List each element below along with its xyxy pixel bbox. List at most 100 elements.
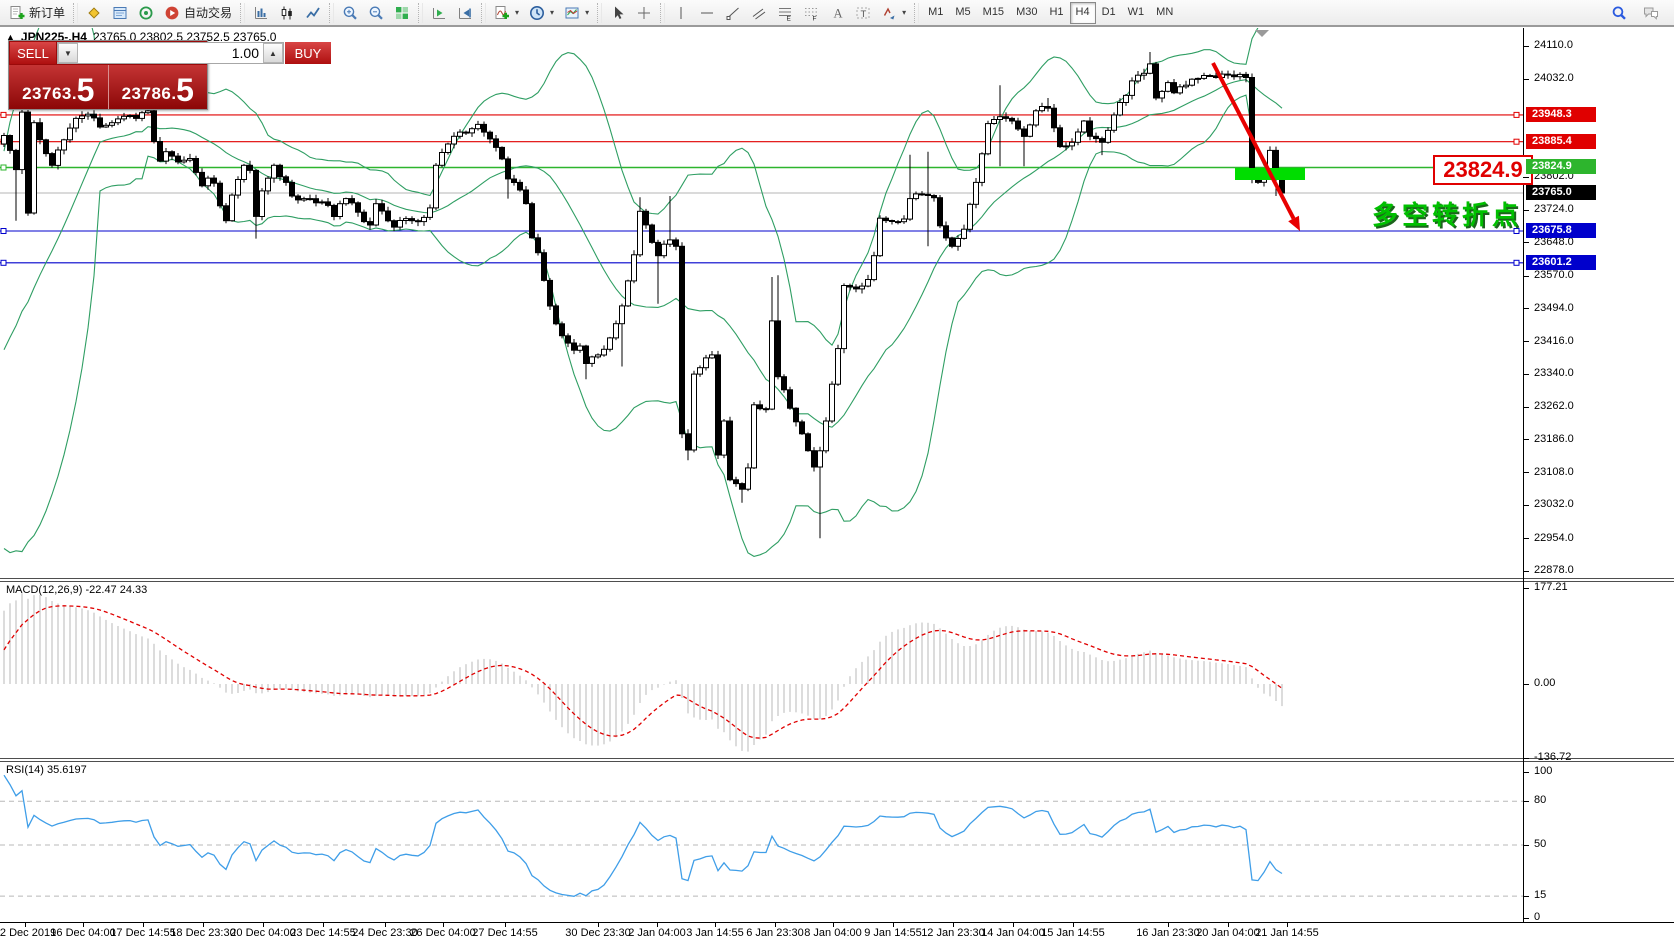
zoom-out-button[interactable] — [363, 1, 389, 25]
buy-button[interactable]: BUY — [285, 42, 331, 64]
candle-body — [890, 221, 895, 222]
candle-body — [836, 349, 841, 385]
price-axis-label: 23570.0 — [1534, 269, 1574, 281]
candle-body — [998, 117, 1003, 120]
autotrading-button[interactable]: 自动交易 — [159, 1, 237, 25]
timeframe-d1[interactable]: D1 — [1096, 2, 1122, 24]
one-click-trading-panel: SELL ▼ ▲ BUY 23763.5 23786.5 — [8, 40, 208, 110]
level-price-badge[interactable]: 23601.2 — [1526, 255, 1596, 270]
candle-body — [38, 123, 43, 140]
timeframe-mn[interactable]: MN — [1150, 2, 1179, 24]
time-axis-label: 15 Jan 14:55 — [1041, 927, 1105, 939]
timeframe-m1[interactable]: M1 — [922, 2, 949, 24]
text-label-button[interactable]: T — [850, 1, 876, 25]
templates-button[interactable]: ▾ — [559, 1, 594, 25]
new-order-button[interactable]: 新订单 — [4, 1, 70, 25]
bar-chart-button[interactable] — [248, 1, 274, 25]
crosshair-button[interactable] — [631, 1, 657, 25]
tile-windows-button[interactable] — [389, 1, 415, 25]
volume-input[interactable] — [78, 43, 263, 63]
line-handle[interactable] — [1514, 260, 1519, 265]
candle-body — [1070, 142, 1075, 146]
candle-body — [920, 194, 925, 195]
candle-body — [1034, 111, 1039, 125]
navigator-button[interactable] — [133, 1, 159, 25]
macd-panel[interactable] — [0, 582, 1523, 758]
line-handle[interactable] — [1, 260, 6, 265]
main-price-chart[interactable] — [0, 28, 1523, 578]
panel-separator[interactable] — [0, 761, 1674, 762]
time-axis-label: 21 Jan 14:55 — [1255, 927, 1319, 939]
volume-decrease-button[interactable]: ▼ — [58, 43, 78, 63]
auto-scroll-button[interactable] — [426, 1, 452, 25]
rsi-panel[interactable] — [0, 762, 1523, 922]
cursor-button[interactable] — [605, 1, 631, 25]
line-handle[interactable] — [1514, 112, 1519, 117]
line-chart-button[interactable] — [300, 1, 326, 25]
channel-button[interactable] — [746, 1, 772, 25]
timeframe-w1[interactable]: W1 — [1122, 2, 1151, 24]
candle-body — [476, 124, 481, 128]
candle-body — [1154, 64, 1159, 98]
candle-body — [656, 242, 661, 255]
vertical-line-button[interactable] — [668, 1, 694, 25]
line-handle[interactable] — [1514, 139, 1519, 144]
line-handle[interactable] — [1, 165, 6, 170]
line-chart-icon — [305, 5, 321, 21]
price-axis-tick — [1523, 341, 1529, 342]
chart-shift-button[interactable] — [452, 1, 478, 25]
panel-separator[interactable] — [0, 758, 1674, 759]
level-price-badge[interactable]: 23948.3 — [1526, 107, 1596, 122]
fibo-grid-button[interactable]: F — [798, 1, 824, 25]
level-price-badge[interactable]: 23675.8 — [1526, 223, 1596, 238]
candle-body — [1040, 107, 1045, 111]
rsi-label: RSI(14) 35.6197 — [6, 764, 87, 776]
trendline-button[interactable] — [720, 1, 746, 25]
vertical-line-icon — [673, 5, 689, 21]
timeframe-h1[interactable]: H1 — [1043, 2, 1069, 24]
line-handle[interactable] — [1, 112, 6, 117]
level-price-badge[interactable]: 23885.4 — [1526, 134, 1596, 149]
candle-body — [1142, 73, 1147, 75]
candlestick-chart-button[interactable] — [274, 1, 300, 25]
timeframe-m15[interactable]: M15 — [977, 2, 1010, 24]
candle-body — [68, 128, 73, 140]
search-button[interactable] — [1606, 1, 1632, 25]
data-window-button[interactable] — [107, 1, 133, 25]
panel-separator[interactable] — [0, 581, 1674, 582]
zoom-in-button[interactable] — [337, 1, 363, 25]
timeframe-h4[interactable]: H4 — [1070, 2, 1096, 24]
arrows-button[interactable]: ▾ — [876, 1, 911, 25]
horizontal-line-button[interactable] — [694, 1, 720, 25]
arrows-icon — [881, 5, 897, 21]
level-price-badge[interactable]: 23824.9 — [1526, 159, 1596, 174]
chart-shift-marker-icon[interactable] — [1255, 30, 1269, 37]
text-button[interactable]: A — [824, 1, 850, 25]
rsi-axis-label: 15 — [1534, 889, 1546, 901]
bid-price-button[interactable]: 23763.5 — [9, 65, 108, 109]
ask-price-button[interactable]: 23786.5 — [108, 65, 208, 109]
timeframe-m30[interactable]: M30 — [1010, 2, 1043, 24]
annotation-note-text[interactable]: 多空转折点 — [1372, 195, 1522, 232]
sell-button[interactable]: SELL — [10, 42, 56, 64]
volume-increase-button[interactable]: ▲ — [263, 43, 283, 63]
line-handle[interactable] — [1, 229, 6, 234]
candle-body — [500, 147, 505, 159]
fibonacci-button[interactable]: E — [772, 1, 798, 25]
timeframe-m5[interactable]: M5 — [949, 2, 976, 24]
candle-body — [668, 240, 673, 244]
macd-axis-tick — [1523, 758, 1529, 759]
indicators-button[interactable]: ▾ — [489, 1, 524, 25]
template-icon — [564, 5, 580, 21]
chat-button[interactable] — [1638, 1, 1664, 25]
periods-button[interactable]: ▾ — [524, 1, 559, 25]
current-price-badge[interactable]: 23765.0 — [1526, 185, 1596, 200]
panel-separator[interactable] — [0, 578, 1674, 579]
market-watch-button[interactable] — [81, 1, 107, 25]
price-callout-box[interactable]: 23824.9 — [1433, 155, 1533, 185]
candle-body — [266, 178, 271, 191]
candle-body — [704, 358, 709, 368]
candle-body — [590, 357, 595, 364]
candle-body — [470, 129, 475, 133]
candle-body — [386, 211, 391, 221]
